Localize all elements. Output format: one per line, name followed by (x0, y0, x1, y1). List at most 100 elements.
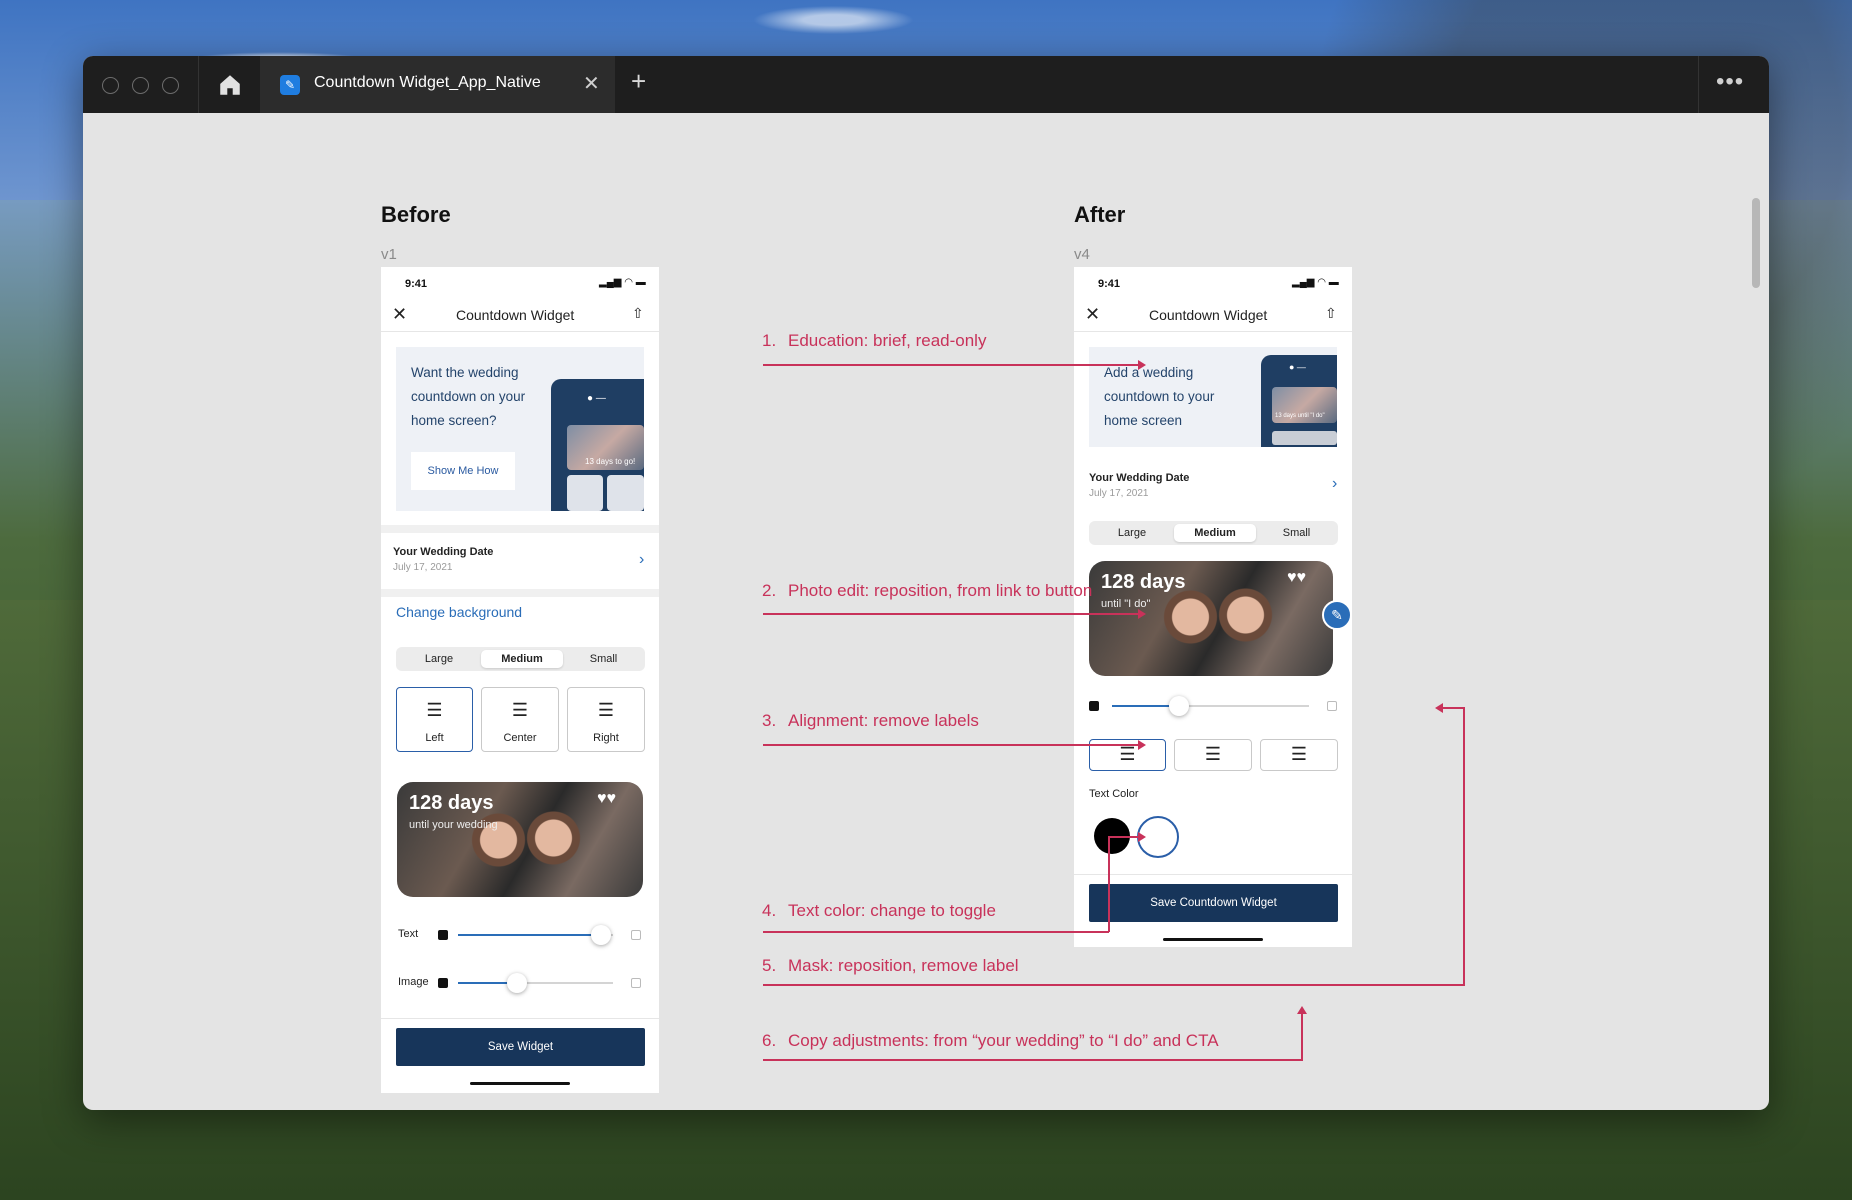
arrow-right-icon (1138, 832, 1146, 842)
vertical-scrollbar[interactable] (1752, 198, 1760, 288)
nav-title: Countdown Widget (456, 307, 575, 323)
align-right-icon: ☰ (1290, 744, 1308, 764)
tab-close-icon[interactable]: ✕ (583, 71, 600, 96)
more-options-icon[interactable]: ••• (1716, 68, 1744, 96)
education-line-3: home screen? (411, 413, 497, 428)
align-center-button[interactable]: ☰ (1174, 739, 1252, 771)
size-small[interactable]: Small (566, 650, 641, 668)
before-phone-frame[interactable]: 9:41 ▂▄▆ ◠ ▬ ✕ Countdown Widget ⇧ Want t… (381, 267, 659, 1093)
share-icon[interactable]: ⇧ (632, 305, 644, 322)
education-banner: Add a wedding countdown to your home scr… (1089, 347, 1337, 447)
image-slider-thumb[interactable] (507, 973, 527, 993)
opacity-min-icon (438, 930, 448, 940)
note-photo-edit: 2. Photo edit: reposition, from link to b… (762, 581, 1093, 600)
arrow-right-icon (1138, 740, 1146, 750)
education-line-2: countdown on your (411, 389, 526, 404)
opacity-max-icon (631, 930, 641, 940)
connector-line (1108, 836, 1140, 838)
align-center-icon: ☰ (511, 700, 529, 720)
before-heading: Before (381, 202, 451, 227)
save-countdown-widget-button[interactable]: Save Countdown Widget (1089, 884, 1338, 922)
new-tab-button[interactable]: + (631, 66, 646, 97)
section-gap (381, 589, 659, 597)
wedding-date-title: Your Wedding Date (393, 546, 494, 558)
connector-line (1301, 1013, 1303, 1060)
align-right-icon: ☰ (597, 700, 615, 720)
figma-file-icon: ✎ (280, 75, 300, 95)
align-left-button[interactable]: ☰ Left (396, 687, 473, 752)
mask-slider-thumb[interactable] (1169, 696, 1189, 716)
education-card: Want the wedding countdown on your home … (396, 347, 644, 511)
align-left-icon: ☰ (1119, 744, 1136, 764)
home-icon[interactable] (217, 72, 243, 98)
opacity-min-icon (438, 978, 448, 988)
tab-title: Countdown Widget_App_Native (314, 74, 541, 91)
after-phone-frame[interactable]: 9:41 ▂▄▆ ◠ ▬ ✕ Countdown Widget ⇧ Add a … (1074, 267, 1352, 947)
mask-min-icon (1089, 701, 1099, 711)
share-icon[interactable]: ⇧ (1325, 305, 1337, 322)
tab-countdown-widget[interactable]: ✎ Countdown Widget_App_Native ✕ (260, 56, 615, 113)
education-line-1: Want the wedding (411, 365, 519, 380)
text-slider-fill (458, 934, 601, 936)
close-window-button[interactable] (102, 77, 119, 94)
close-icon[interactable]: ✕ (1085, 304, 1100, 325)
align-right-label: Right (593, 732, 619, 744)
connector-line (1441, 707, 1464, 709)
connector-line (763, 931, 1109, 933)
status-icons: ▂▄▆ ◠ ▬ (1292, 277, 1339, 288)
mask-max-icon (1327, 701, 1337, 711)
size-small[interactable]: Small (1259, 524, 1334, 542)
connector-line (763, 744, 1140, 746)
widget-preview: 128 days until "I do" ♥♥ (1089, 561, 1333, 676)
before-version: v1 (381, 246, 397, 263)
illustration-caption: 13 days to go! (585, 457, 636, 466)
size-segmented-control[interactable]: Large Medium Small (1089, 521, 1338, 545)
text-slider-label: Text (398, 928, 419, 940)
chevron-right-icon[interactable]: › (639, 551, 644, 569)
connector-line (763, 984, 1465, 986)
align-center-button[interactable]: ☰ Center (481, 687, 559, 752)
education-line-2: countdown to your (1104, 389, 1215, 404)
widget-days: 128 days (409, 792, 494, 814)
wedding-date-row[interactable]: Your Wedding Date July 17, 2021 (1089, 472, 1319, 506)
note-copy: 6. Copy adjustments: from “your wedding” … (762, 1031, 1219, 1050)
size-large[interactable]: Large (1093, 524, 1171, 542)
align-right-button[interactable]: ☰ Right (567, 687, 645, 752)
close-icon[interactable]: ✕ (392, 304, 407, 325)
after-version: v4 (1074, 246, 1090, 263)
title-bar: ✎ Countdown Widget_App_Native ✕ + ••• (83, 56, 1769, 113)
note-text-color: 4. Text color: change to toggle (762, 901, 996, 920)
home-indicator (1163, 938, 1263, 941)
wedding-date-title: Your Wedding Date (1089, 472, 1190, 484)
status-time: 9:41 (1098, 278, 1121, 290)
size-medium[interactable]: Medium (1174, 524, 1256, 542)
app-window: ✎ Countdown Widget_App_Native ✕ + ••• Be… (83, 56, 1769, 1110)
show-me-how-button[interactable]: Show Me How (411, 452, 515, 490)
status-time: 9:41 (405, 278, 428, 290)
photo-person-2 (1214, 587, 1284, 657)
size-large[interactable]: Large (400, 650, 478, 668)
align-left-icon: ☰ (426, 700, 443, 720)
edit-photo-button[interactable]: ✎ (1322, 600, 1352, 630)
chevron-right-icon[interactable]: › (1332, 475, 1337, 493)
connector-line (1463, 707, 1465, 985)
arrow-right-icon (1138, 609, 1146, 619)
titlebar-divider (198, 56, 199, 113)
education-line-3: home screen (1104, 413, 1183, 428)
save-widget-button[interactable]: Save Widget (396, 1028, 645, 1066)
size-segmented-control[interactable]: Large Medium Small (396, 647, 645, 671)
size-medium[interactable]: Medium (481, 650, 563, 668)
change-background-link[interactable]: Change background (396, 604, 522, 620)
after-heading: After (1074, 202, 1126, 227)
illustration-caption: 13 days until "I do" (1275, 413, 1325, 419)
text-slider-thumb[interactable] (591, 925, 611, 945)
connector-line (763, 364, 1140, 366)
design-canvas[interactable]: Before v1 9:41 ▂▄▆ ◠ ▬ ✕ Countdown Widge… (83, 113, 1769, 1110)
align-right-button[interactable]: ☰ (1260, 739, 1338, 771)
wedding-date-row[interactable]: Your Wedding Date July 17, 2021 (393, 546, 633, 580)
maximize-window-button[interactable] (162, 77, 179, 94)
connector-line (763, 1059, 1303, 1061)
widget-subtitle: until your wedding (409, 819, 498, 831)
align-left-label: Left (425, 732, 444, 744)
minimize-window-button[interactable] (132, 77, 149, 94)
